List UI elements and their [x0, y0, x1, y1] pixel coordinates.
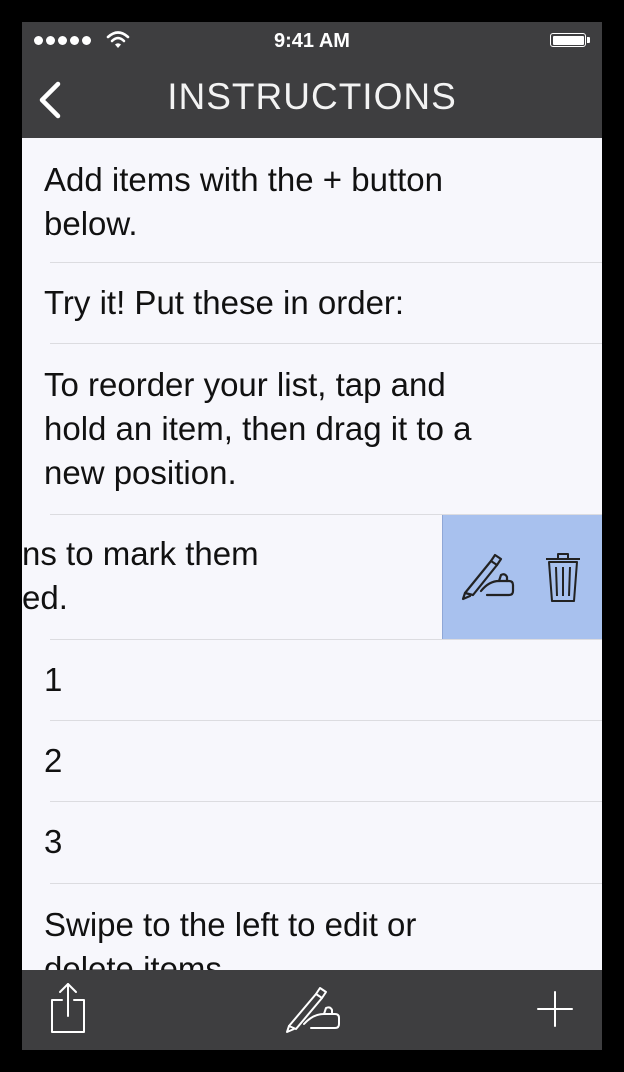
share-icon	[51, 983, 85, 1033]
plus-icon	[537, 991, 573, 1027]
page-title: INSTRUCTIONS	[167, 76, 457, 117]
list-item-text: Swipe to the left to edit or delete item…	[44, 906, 417, 970]
battery-icon	[550, 33, 590, 49]
swiped-list-item[interactable]: ns to mark them ed.	[22, 515, 602, 639]
add-button[interactable]	[536, 990, 574, 1028]
writing-hand-icon	[461, 553, 515, 601]
list-item[interactable]: Add items with the + button below.	[22, 138, 602, 262]
list-item-text: Try it! Put these in order:	[44, 284, 405, 321]
trash-icon	[546, 553, 580, 602]
list-item[interactable]: Swipe to the left to edit or delete item…	[22, 884, 602, 970]
list-item-text: 2	[44, 742, 63, 779]
navigation-bar: INSTRUCTIONS	[22, 62, 602, 138]
list-item-text: 3	[44, 823, 63, 860]
list-item-text: To reorder your list, tap and hold an it…	[44, 366, 472, 491]
list-item[interactable]: Try it! Put these in order:	[22, 263, 602, 343]
edit-button[interactable]	[461, 551, 517, 601]
bottom-toolbar	[22, 970, 602, 1050]
phone-screen: 9:41 AM INSTRUCTIONS Add items with the …	[22, 22, 602, 1050]
compose-button[interactable]	[284, 986, 344, 1034]
share-button[interactable]	[46, 980, 92, 1038]
list-item[interactable]: 1	[22, 640, 602, 720]
list-item[interactable]: 3	[22, 802, 602, 883]
status-bar: 9:41 AM	[22, 22, 602, 62]
list-item[interactable]: 2	[22, 721, 602, 801]
delete-button[interactable]	[543, 549, 583, 605]
list-item-text: Add items with the + button below.	[44, 161, 443, 242]
status-time: 9:41 AM	[274, 30, 350, 52]
list-item-text: 1	[44, 661, 63, 698]
writing-hand-icon	[286, 987, 340, 1033]
list-item[interactable]: To reorder your list, tap and hold an it…	[22, 344, 602, 514]
list-item-text: ns to mark them ed.	[22, 535, 259, 616]
swipe-actions	[442, 515, 602, 639]
instructions-list: Add items with the + button below. Try i…	[22, 138, 602, 970]
